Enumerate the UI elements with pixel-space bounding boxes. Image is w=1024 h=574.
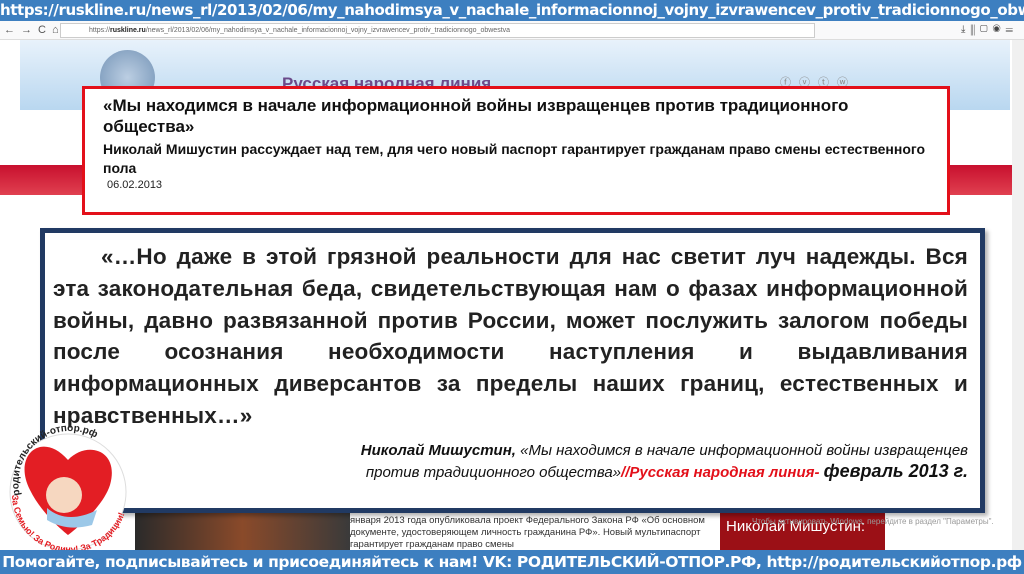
quote-source: //Русская народная линия- <box>621 463 820 481</box>
article-preview: января 2013 года опубликовала проект Фед… <box>135 513 755 550</box>
quote-date: февраль 2013 г. <box>823 460 968 481</box>
url-path: /news_rl/2013/02/06/my_nahodimsya_v_nach… <box>145 27 511 34</box>
browser-toolbar: ←→C⌂ https://ruskline.ru/news_rl/2013/02… <box>0 21 1024 40</box>
quote-text: «…Но даже в этой грязной реальности для … <box>53 244 968 428</box>
url-title-bar: https://ruskline.ru/news_rl/2013/02/06/m… <box>0 0 1024 21</box>
windows-activation-watermark: Чтобы активировать Windows, перейдите в … <box>752 517 994 526</box>
parental-resistance-logo: родительский-отпор.рф За Семью! За Родин… <box>9 423 127 554</box>
headline-title: «Мы находимся в начале информационной во… <box>103 96 849 136</box>
address-bar[interactable]: https://ruskline.ru/news_rl/2013/02/06/m… <box>60 23 815 38</box>
quote-author: Николай Мишустин, <box>360 441 516 459</box>
article-photo <box>135 513 350 550</box>
headline-subtitle: Николай Мишустин рассуждает над тем, для… <box>103 141 926 176</box>
navigation-icons[interactable]: ←→C⌂ <box>4 24 65 36</box>
scrollbar[interactable] <box>1012 40 1024 550</box>
toolbar-icons[interactable]: ⤓⫼▢◉☰ <box>961 24 1018 35</box>
url-prefix: https:// <box>89 27 111 34</box>
quote-box: «…Но даже в этой грязной реальности для … <box>40 228 985 513</box>
quote-attribution: Николай Мишустин, «Мы находимся в начале… <box>53 440 968 483</box>
headline-date: 06.02.2013 <box>107 179 163 191</box>
footer-banner: Помогайте, подписывайтесь и присоединяйт… <box>0 550 1024 574</box>
url-domain: ruskline.ru <box>110 27 146 34</box>
article-snippet: января 2013 года опубликовала проект Фед… <box>350 515 705 550</box>
headline-box: «Мы находимся в начале информационной во… <box>82 86 950 215</box>
